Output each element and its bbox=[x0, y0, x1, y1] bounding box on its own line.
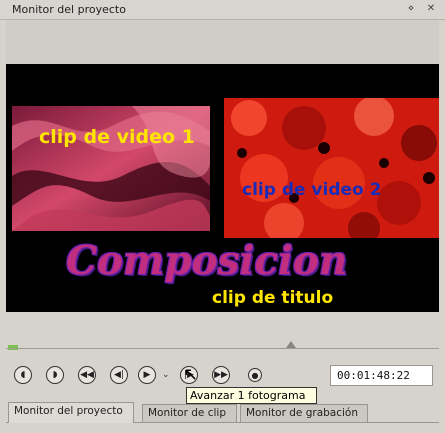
video-preview[interactable]: clip de video 1 clip de video 2 Composic… bbox=[6, 64, 439, 312]
tab-clip-monitor[interactable]: Monitor de clip bbox=[142, 404, 237, 422]
title-clip-label: clip de titulo bbox=[212, 288, 334, 308]
clip1-thumbnail bbox=[12, 106, 210, 231]
dock-title-bar: Monitor del proyecto ⋄ ✕ bbox=[0, 0, 445, 20]
clip2-label: clip de video 2 bbox=[242, 180, 382, 200]
tab-project-monitor[interactable]: Monitor del proyecto bbox=[8, 402, 134, 423]
timeline-ruler[interactable] bbox=[6, 312, 439, 362]
tab-record-monitor[interactable]: Monitor de grabación bbox=[240, 404, 368, 422]
composition-title: Composicion bbox=[66, 238, 348, 284]
float-icon[interactable]: ⋄ bbox=[404, 2, 418, 16]
play-options-dropdown[interactable]: ⌄ bbox=[162, 370, 170, 380]
rewind-icon[interactable]: ◀◀ bbox=[78, 366, 96, 384]
mouse-pointer-icon: ↖ bbox=[183, 364, 199, 385]
clip1-label: clip de video 1 bbox=[39, 126, 195, 148]
seek-start-icon[interactable]: ◖ bbox=[14, 366, 32, 384]
mark-in-icon[interactable]: ◗ bbox=[46, 366, 64, 384]
window-title: Monitor del proyecto bbox=[12, 3, 126, 16]
previous-frame-icon[interactable]: ◀| bbox=[110, 366, 128, 384]
monitor-background bbox=[6, 20, 439, 64]
fast-forward-icon[interactable]: ▶▶ bbox=[212, 366, 230, 384]
ruler-track bbox=[6, 348, 439, 349]
timecode-field[interactable]: 00:01:48:22 bbox=[330, 365, 433, 386]
close-icon[interactable]: ✕ bbox=[424, 2, 438, 16]
monitor-tabs: Monitor del proyecto Monitor de clip Mon… bbox=[6, 402, 439, 423]
clip2-thumbnail bbox=[224, 98, 439, 238]
transport-controls: ◖ ◗ ◀◀ ◀| ▶ ⌄ |▶ ▶▶ ● 00:01:48:22 bbox=[6, 362, 439, 390]
loop-icon[interactable]: ● bbox=[248, 368, 262, 382]
play-icon[interactable]: ▶ bbox=[138, 366, 156, 384]
playhead-marker[interactable] bbox=[286, 341, 296, 348]
bottom-edge bbox=[0, 423, 445, 433]
